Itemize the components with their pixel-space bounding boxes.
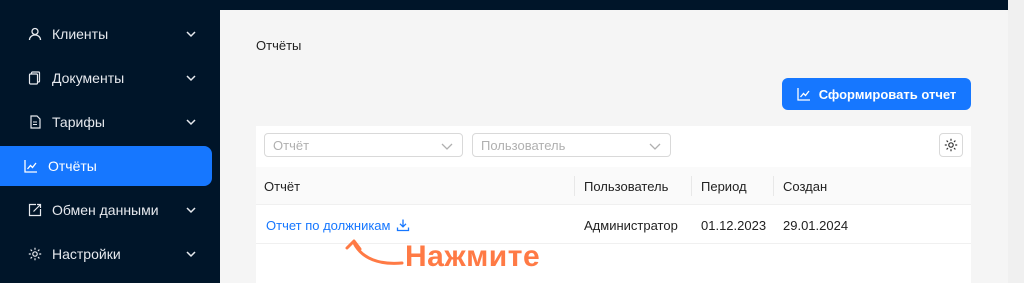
chevron-down-icon [186,31,196,38]
sidebar-item-reports[interactable]: Отчёты [0,146,212,186]
report-download-link[interactable]: Отчет по должникам [266,218,410,233]
column-header-report[interactable]: Отчёт [264,167,300,205]
sidebar-item-label: Клиенты [52,26,109,42]
generate-report-label: Сформировать отчет [818,86,957,102]
user-icon [28,27,42,41]
scrollbar[interactable] [1008,0,1024,283]
column-divider [691,176,692,196]
download-icon [396,218,410,232]
chart-icon [797,87,811,101]
report-name: Отчет по должникам [266,217,391,233]
table-header: Отчёт Пользователь Период Создан [256,167,971,205]
chart-icon [24,159,38,173]
sidebar-item-tariffs[interactable]: Тарифы [0,102,212,142]
callout-text: Нажмите [405,240,541,273]
period-cell: 01.12.2023 [701,217,767,233]
user-filter-placeholder: Пользователь [481,137,566,153]
sidebar-item-label: Отчёты [48,158,97,174]
report-filter-select[interactable]: Отчёт [264,133,463,157]
user-cell: Администратор [584,217,678,233]
table-settings-button[interactable] [939,133,963,157]
sidebar-item-clients[interactable]: Клиенты [0,14,212,54]
callout-arrow-icon [345,239,404,265]
gear-icon [944,138,958,152]
sidebar-item-settings[interactable]: Настройки [0,234,212,274]
column-divider [574,176,575,196]
sidebar-item-label: Документы [52,70,125,86]
sidebar-item-label: Обмен данными [52,202,159,218]
column-header-period[interactable]: Период [701,167,747,205]
user-filter-select[interactable]: Пользователь [472,133,671,157]
sidebar-item-label: Настройки [52,246,121,262]
tariff-icon [28,115,42,129]
report-filter-placeholder: Отчёт [273,137,310,153]
main-content: Отчёты Сформировать отчет Отчёт Пользова… [220,10,1008,283]
column-divider [773,176,774,196]
sidebar: Клиенты Документы Тарифы Отчёты Обмен да… [0,0,220,283]
chevron-down-icon [649,143,661,150]
exchange-icon [28,203,42,217]
top-bar [220,0,1008,10]
sidebar-item-data-exchange[interactable]: Обмен данными [0,190,212,230]
page-title: Отчёты [256,38,302,53]
created-cell: 29.01.2024 [783,217,849,233]
generate-report-button[interactable]: Сформировать отчет [782,78,971,110]
chevron-down-icon [441,143,453,150]
gear-icon [28,247,42,261]
sidebar-item-label: Тарифы [52,114,105,130]
column-header-created[interactable]: Создан [783,167,827,205]
chevron-down-icon [186,207,196,214]
chevron-down-icon [186,251,196,258]
chevron-down-icon [186,75,196,82]
chevron-down-icon [186,119,196,126]
documents-icon [28,71,42,85]
column-header-user[interactable]: Пользователь [584,167,668,205]
sidebar-item-documents[interactable]: Документы [0,58,212,98]
